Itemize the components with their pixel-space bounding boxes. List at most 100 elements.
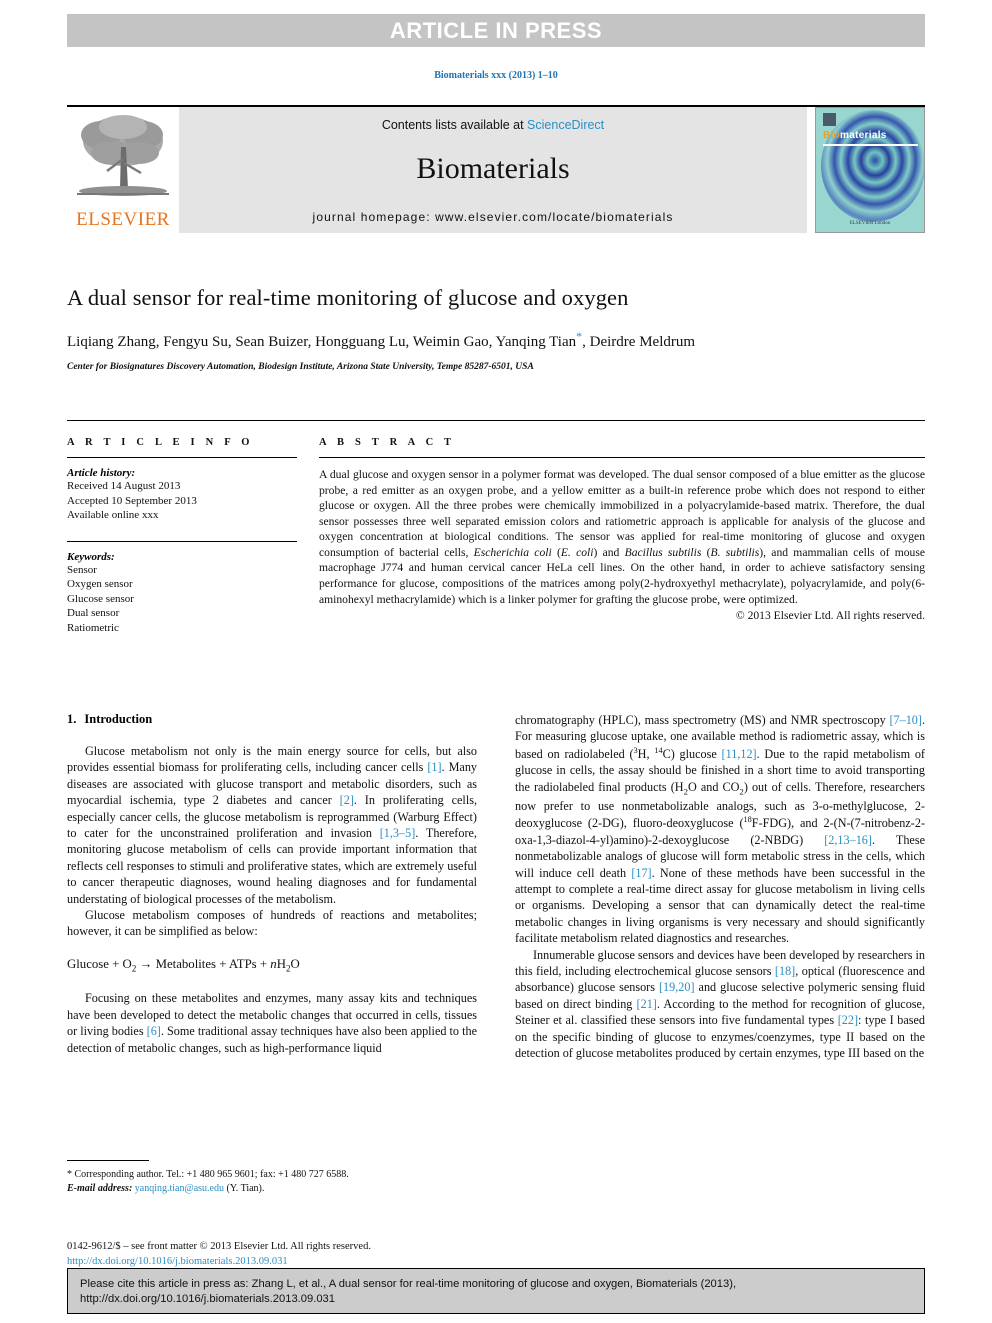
abstract-italic-3: Bacillus subtilis <box>624 545 702 559</box>
citation-ref[interactable]: [1,3–5] <box>380 826 416 840</box>
superscript: 18 <box>743 815 752 825</box>
body-column-left: 1. Introduction Glucose metabolism not on… <box>67 712 477 1061</box>
text-run: chromatography (HPLC), mass spectrometry… <box>515 713 890 727</box>
paragraph: Innumerable glucose sensors and devices … <box>515 947 925 1062</box>
equation-glucose-metabolism: Glucose + O2 → Metabolites + ATPs + nH2O <box>67 957 477 974</box>
corresponding-author-footnote: * Corresponding author. Tel.: +1 480 965… <box>67 1160 477 1195</box>
article-in-press-label: ARTICLE IN PRESS <box>389 17 603 43</box>
keyword-item: Ratiometric <box>67 621 119 634</box>
abstract-divider <box>319 457 925 458</box>
keyword-item: Sensor <box>67 563 97 576</box>
keyword-item: Dual sensor <box>67 607 120 620</box>
citation-ref[interactable]: [6] <box>147 1024 161 1038</box>
abstract-italic-2: E. coli <box>560 545 594 559</box>
cover-title-bio: Bio <box>823 130 841 141</box>
citation-ref[interactable]: [22] <box>838 1013 858 1027</box>
paragraph: chromatography (HPLC), mass spectrometry… <box>515 712 925 947</box>
front-matter-block: 0142-9612/$ – see front matter © 2013 El… <box>67 1240 567 1270</box>
article-info-heading: A R T I C L E I N F O <box>67 437 254 448</box>
keywords-block: Keywords: Sensor Oxygen sensor Glucose s… <box>67 540 297 636</box>
email-link[interactable]: yanqing.tian@asu.edu <box>135 1183 224 1194</box>
title-block: A dual sensor for real-time monitoring o… <box>67 285 925 372</box>
elsevier-tree-icon <box>77 115 169 196</box>
issn-copyright-line: 0142-9612/$ – see front matter © 2013 El… <box>67 1241 371 1252</box>
paragraph: Glucose metabolism composes of hundreds … <box>67 908 477 939</box>
equation-part: H <box>276 956 286 971</box>
abstract-part-4: ( <box>701 545 711 559</box>
abstract-part-3: ) and <box>593 545 625 559</box>
body-column-right: chromatography (HPLC), mass spectrometry… <box>515 712 925 1061</box>
authors-tail: , Deirdre Meldrum <box>582 334 696 350</box>
text-run: C) glucose <box>662 746 722 761</box>
abstract-part-2: ( <box>551 545 561 559</box>
citation-ref[interactable]: [17] <box>631 866 651 880</box>
cite-this-article-box: Please cite this article in press as: Zh… <box>67 1268 925 1314</box>
history-available-online: Available online xxx <box>67 509 159 522</box>
article-in-press-banner: ARTICLE IN PRESS <box>67 14 925 47</box>
section-number: 1. <box>67 712 77 726</box>
article-info-divider <box>67 457 297 458</box>
text-run: O and CO <box>687 779 740 794</box>
cover-footer-text: ELSEVIER London <box>849 221 891 226</box>
sciencedirect-link[interactable]: ScienceDirect <box>527 118 604 132</box>
article-page: ARTICLE IN PRESS Biomaterials xxx (2013)… <box>0 0 992 1323</box>
cover-artwork <box>816 108 924 232</box>
footnote-divider <box>67 1160 149 1161</box>
paragraph: Focusing on these metabolites and enzyme… <box>67 990 477 1056</box>
section-title: Introduction <box>84 712 153 726</box>
keyword-item: Oxygen sensor <box>67 578 133 591</box>
citation-ref[interactable]: [2,13–16] <box>824 833 872 847</box>
history-received: Received 14 August 2013 <box>67 480 181 492</box>
text-run: H, <box>637 746 655 761</box>
cite-this-article-text: Please cite this article in press as: Zh… <box>80 1278 737 1306</box>
paragraph: Glucose metabolism not only is the main … <box>67 743 477 907</box>
citation-ref[interactable]: [1] <box>427 760 441 774</box>
keyword-item: Glucose sensor <box>67 592 134 605</box>
superscript: 14 <box>654 745 663 755</box>
citation-ref[interactable]: [11,12] <box>722 747 757 761</box>
affiliation: Center for Biosignatures Discovery Autom… <box>67 362 534 373</box>
equation-part: O <box>290 956 300 971</box>
article-info-column: A R T I C L E I N F O Article history: R… <box>67 437 319 635</box>
journal-cover-thumbnail: Biomaterials ELSEVIER London <box>815 107 925 233</box>
keywords-label: Keywords: <box>67 550 115 563</box>
abstract-column: A B S T R A C T A dual glucose and oxyge… <box>319 437 925 635</box>
journal-homepage-line[interactable]: journal homepage: www.elsevier.com/locat… <box>179 210 807 224</box>
info-abstract-band: A R T I C L E I N F O Article history: R… <box>67 420 925 635</box>
cover-divider <box>823 144 918 146</box>
journal-masthead: ELSEVIER Contents lists available at Sci… <box>67 105 925 233</box>
keywords-divider <box>67 540 297 542</box>
abstract-italic-4: B. subtilis <box>710 545 760 559</box>
section-heading-introduction: 1. Introduction <box>67 712 477 727</box>
elsevier-wordmark: ELSEVIER <box>76 209 170 230</box>
footnote-email-line: E-mail address: yanqing.tian@asu.edu (Y.… <box>67 1182 477 1196</box>
equation-part: Glucose + O <box>67 956 132 971</box>
citation-ref[interactable]: [7–10] <box>889 713 922 727</box>
citation-ref[interactable]: [18] <box>775 964 795 978</box>
abstract-italic-1: Escherichia coli <box>473 545 552 559</box>
footnote-corresponding-line: * Corresponding author. Tel.: +1 480 965… <box>67 1169 349 1180</box>
article-history-label: Article history: <box>67 467 136 479</box>
elsevier-logo: ELSEVIER <box>67 107 179 233</box>
citation-ref[interactable]: [19,20] <box>659 980 695 994</box>
email-suffix: (Y. Tian). <box>226 1182 265 1194</box>
history-accepted: Accepted 10 September 2013 <box>67 494 197 507</box>
authors-main: Liqiang Zhang, Fengyu Su, Sean Buizer, H… <box>67 334 577 350</box>
body-columns: 1. Introduction Glucose metabolism not on… <box>67 712 925 1061</box>
email-address-label: E-mail address: <box>67 1182 133 1194</box>
contents-available-line: Contents lists available at ScienceDirec… <box>179 107 807 132</box>
page-title: A dual sensor for real-time monitoring o… <box>67 285 629 310</box>
cover-journal-title: Biomaterials <box>823 130 887 141</box>
abstract-text: A dual glucose and oxygen sensor in a po… <box>319 467 925 607</box>
abstract-heading: A B S T R A C T <box>319 437 456 448</box>
cover-elsevier-mark-icon <box>823 113 836 126</box>
author-list: Liqiang Zhang, Fengyu Su, Sean Buizer, H… <box>67 328 767 353</box>
text-run: Glucose metabolism not only is the main … <box>67 744 477 775</box>
citation-ref[interactable]: [2] <box>340 793 354 807</box>
cover-title-materials: materials <box>840 130 887 141</box>
running-head: Biomaterials xxx (2013) 1–10 <box>434 70 558 81</box>
equation-part: → Metabolites + ATPs + <box>136 956 271 971</box>
citation-ref[interactable]: [21] <box>637 997 657 1011</box>
abstract-copyright: © 2013 Elsevier Ltd. All rights reserved… <box>735 609 925 623</box>
journal-title: Biomaterials <box>416 152 570 185</box>
